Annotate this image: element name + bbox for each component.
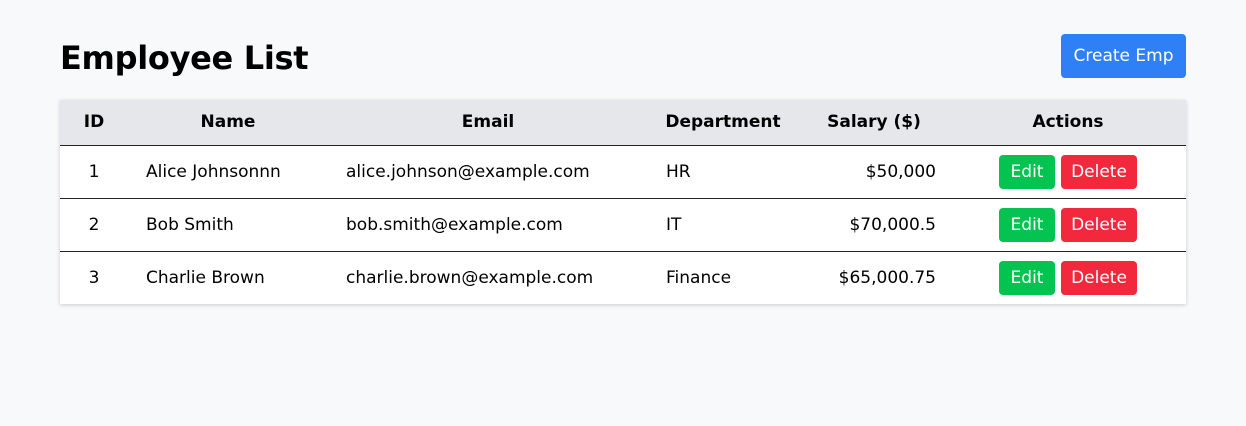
cell-email: alice.johnson@example.com: [346, 161, 590, 182]
cell-actions: Edit Delete: [950, 145, 1186, 198]
cell-name: Bob Smith: [128, 197, 328, 251]
cell-department: HR: [666, 161, 691, 182]
employee-table: ID Name Email Department Salary ($) Acti…: [60, 100, 1186, 304]
column-header-department: Department: [648, 100, 798, 146]
cell-department: IT: [648, 197, 798, 251]
column-header-actions: Actions: [950, 100, 1186, 146]
page-header: Employee List Create Emp: [60, 34, 1186, 78]
cell-actions: Edit Delete: [950, 250, 1186, 304]
delete-button[interactable]: Delete: [1061, 154, 1137, 189]
cell-salary: $70,000.5: [798, 197, 950, 251]
table-header-row: ID Name Email Department Salary ($) Acti…: [60, 100, 1186, 146]
cell-actions: Edit Delete: [950, 197, 1186, 251]
table-header: ID Name Email Department Salary ($) Acti…: [60, 100, 1186, 146]
delete-button[interactable]: Delete: [1061, 207, 1137, 242]
cell-name: Alice Johnsonnn: [146, 161, 281, 182]
column-header-salary: Salary ($): [798, 100, 950, 146]
column-header-name: Name: [128, 100, 328, 146]
page-title: Employee List: [60, 39, 309, 77]
cell-salary: $50,000: [865, 161, 936, 182]
table-row: 3 Charlie Brown charlie.brown@example.co…: [60, 250, 1186, 304]
table-row: 1 Alice Johnsonnn alice.johnson@example.…: [60, 145, 1186, 198]
cell-name: Charlie Brown: [128, 250, 328, 304]
employee-table-container: ID Name Email Department Salary ($) Acti…: [60, 100, 1186, 304]
edit-button[interactable]: Edit: [999, 154, 1055, 189]
cell-salary: $65,000.75: [798, 250, 950, 304]
cell-email: charlie.brown@example.com: [328, 250, 648, 304]
edit-button[interactable]: Edit: [999, 260, 1055, 295]
create-employee-button[interactable]: Create Emp: [1061, 34, 1186, 78]
cell-id: 1: [88, 161, 100, 182]
edit-button[interactable]: Edit: [999, 207, 1055, 242]
cell-email: bob.smith@example.com: [328, 197, 648, 251]
cell-department: Finance: [648, 250, 798, 304]
column-header-id: ID: [60, 100, 128, 146]
cell-id: 3: [60, 250, 128, 304]
page: Employee List Create Emp ID Name Email D…: [0, 0, 1246, 426]
column-header-email: Email: [328, 100, 648, 146]
table-row: 2 Bob Smith bob.smith@example.com IT $70…: [60, 197, 1186, 251]
table-body: 1 Alice Johnsonnn alice.johnson@example.…: [60, 145, 1186, 304]
cell-id: 2: [60, 197, 128, 251]
delete-button[interactable]: Delete: [1061, 260, 1137, 295]
